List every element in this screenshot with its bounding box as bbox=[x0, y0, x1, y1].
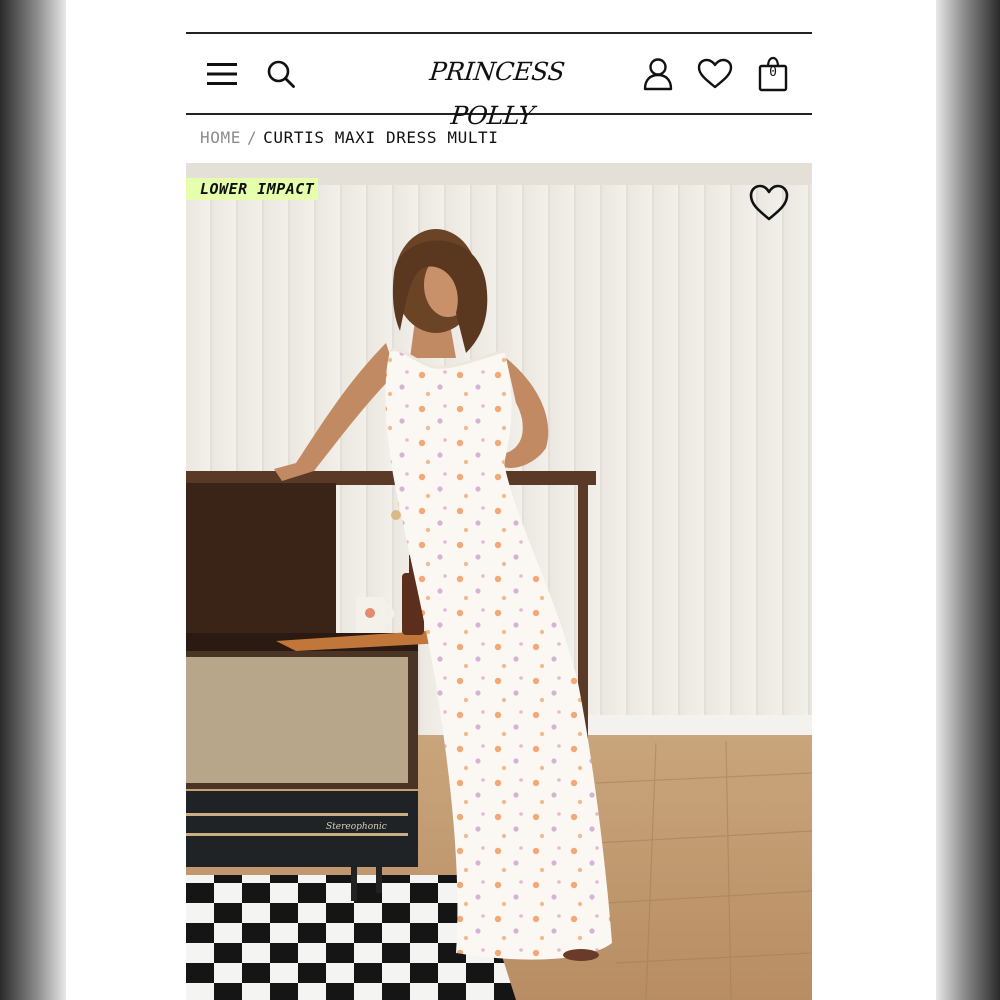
breadcrumb: HOME / CURTIS MAXI DRESS MULTI bbox=[200, 128, 499, 147]
user-icon[interactable] bbox=[638, 54, 678, 94]
right-frame bbox=[936, 0, 1000, 1000]
heart-icon[interactable] bbox=[748, 182, 790, 224]
hamburger-menu-icon[interactable] bbox=[202, 54, 242, 94]
breadcrumb-separator: / bbox=[246, 128, 258, 147]
product-image[interactable]: Stereophonic bbox=[186, 163, 812, 1000]
shopping-bag-icon[interactable]: 0 bbox=[753, 54, 793, 94]
breadcrumb-home-link[interactable]: HOME bbox=[200, 128, 241, 147]
lower-impact-badge: LOWER IMPACT bbox=[186, 178, 319, 200]
breadcrumb-current: CURTIS MAXI DRESS MULTI bbox=[263, 128, 499, 147]
brand-logo[interactable]: PRINCESS POLLY bbox=[420, 50, 575, 130]
search-icon[interactable] bbox=[261, 54, 301, 94]
cart-count: 0 bbox=[769, 65, 777, 80]
site-header: PRINCESS POLLY 0 bbox=[186, 32, 812, 130]
record-player-brand: Stereophonic bbox=[326, 822, 387, 832]
heart-icon[interactable] bbox=[695, 54, 735, 94]
left-frame bbox=[0, 0, 66, 1000]
